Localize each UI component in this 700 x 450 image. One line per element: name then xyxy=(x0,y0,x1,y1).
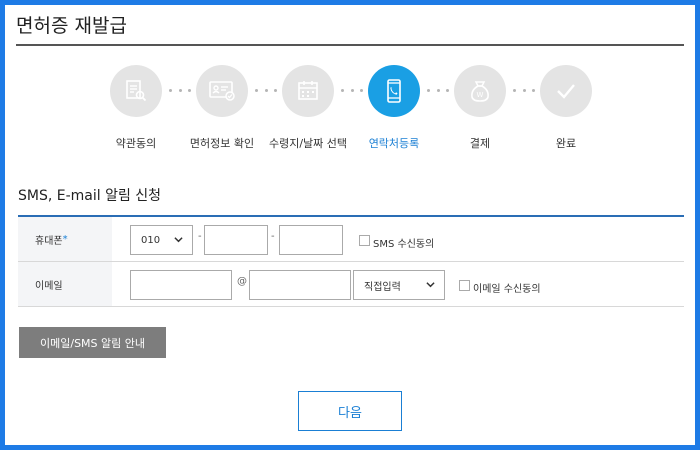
next-button[interactable]: 다음 xyxy=(298,391,402,431)
phone-middle-input[interactable] xyxy=(204,225,268,255)
chevron-down-icon xyxy=(174,237,183,243)
phone-row: 휴대폰 * 010 - - SMS 수신동의 xyxy=(18,217,684,262)
phone-prefix-value: 010 xyxy=(141,234,161,246)
email-label-cell: 이메일 xyxy=(18,262,112,306)
email-id-input[interactable] xyxy=(130,270,232,300)
phone-input-cell: 010 - - SMS 수신동의 xyxy=(112,217,684,261)
email-at-sign: @ xyxy=(237,276,247,287)
email-sms-info-button[interactable]: 이메일/SMS 알림 안내 xyxy=(19,327,166,358)
mobile-phone-icon xyxy=(368,65,420,117)
email-domain-select[interactable]: 직접입력 xyxy=(353,270,445,300)
required-mark: * xyxy=(62,233,68,245)
email-label: 이메일 xyxy=(35,280,63,292)
license-card-icon xyxy=(196,65,248,117)
document-search-icon xyxy=(110,65,162,117)
chevron-down-icon xyxy=(426,282,435,288)
svg-text:W: W xyxy=(477,91,484,99)
page-title: 면허증 재발급 xyxy=(16,15,127,37)
sms-consent-label: SMS 수신동의 xyxy=(373,239,435,250)
phone-separator: - xyxy=(198,231,202,242)
checkmark-icon xyxy=(540,65,592,117)
email-domain-select-value: 직접입력 xyxy=(364,281,401,293)
phone-last-input[interactable] xyxy=(279,225,343,255)
contact-form-table: 휴대폰 * 010 - - SMS 수신동의 이메일 @ 직접입력 이메일 수신… xyxy=(18,215,684,307)
email-consent-checkbox[interactable] xyxy=(459,280,470,291)
calendar-icon xyxy=(282,65,334,117)
phone-label: 휴대폰 xyxy=(35,235,63,247)
money-bag-icon: W xyxy=(454,65,506,117)
progress-stepper: 약관동의 면허정보 확인 수령지/날짜 선택 연락처등록 W 결제 완료 xyxy=(5,65,700,155)
phone-prefix-select[interactable]: 010 xyxy=(130,225,193,255)
step-complete: 완료 xyxy=(511,65,621,151)
title-divider xyxy=(16,44,684,46)
phone-label-cell: 휴대폰 * xyxy=(18,217,112,261)
email-input-cell: @ 직접입력 이메일 수신동의 xyxy=(112,262,684,306)
email-consent-label: 이메일 수신동의 xyxy=(473,284,541,295)
step-label: 완료 xyxy=(555,137,577,150)
email-domain-input[interactable] xyxy=(249,270,351,300)
section-title: SMS, E-mail 알림 신청 xyxy=(18,188,162,204)
phone-separator: - xyxy=(271,231,275,242)
sms-consent-checkbox[interactable] xyxy=(359,235,370,246)
email-row: 이메일 @ 직접입력 이메일 수신동의 xyxy=(18,262,684,307)
window-frame: 면허증 재발급 약관동의 면허정보 확인 수령지/날짜 선택 연락처등록 W 결… xyxy=(0,0,700,450)
